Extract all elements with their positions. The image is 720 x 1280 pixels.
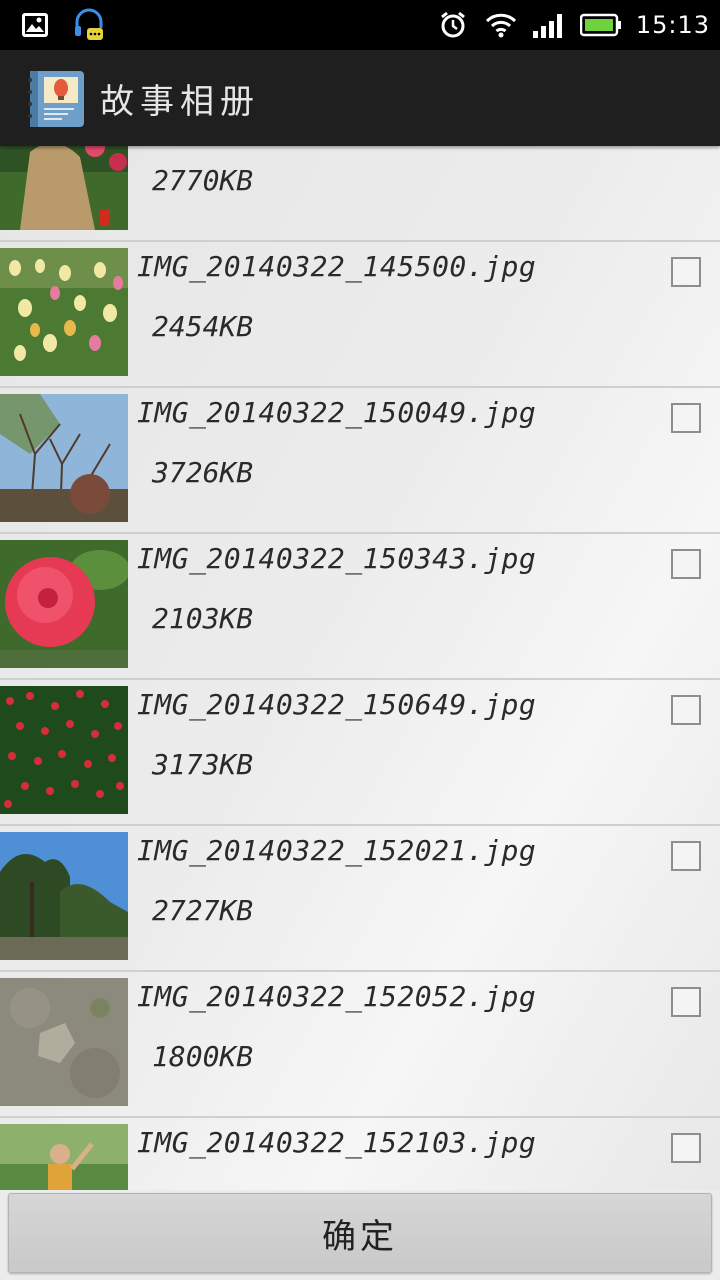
- wifi-icon: [484, 8, 518, 42]
- list-item[interactable]: IMG_20140322_152103.jpg: [0, 1116, 720, 1190]
- bottom-bar: 确定: [0, 1190, 720, 1280]
- action-bar: 故事相册: [0, 50, 720, 146]
- photo-thumbnail: [0, 146, 128, 230]
- select-checkbox[interactable]: [671, 695, 701, 725]
- file-size: 3173KB: [152, 748, 254, 781]
- file-size: 2770KB: [152, 164, 254, 197]
- signal-icon: [532, 8, 566, 42]
- select-checkbox[interactable]: [671, 841, 701, 871]
- select-checkbox[interactable]: [671, 549, 701, 579]
- list-item[interactable]: IMG_20140322_150343.jpg 2103KB: [0, 532, 720, 680]
- file-size: 2454KB: [152, 310, 254, 343]
- headset-chat-icon: [72, 8, 106, 42]
- select-checkbox[interactable]: [671, 987, 701, 1017]
- file-name: IMG_20140322_150343.jpg: [137, 542, 537, 575]
- file-name: IMG_20140322_150049.jpg: [137, 396, 537, 429]
- select-checkbox[interactable]: [671, 403, 701, 433]
- list-item[interactable]: IMG_20140322_150049.jpg 3726KB: [0, 386, 720, 534]
- photo-album-app-icon[interactable]: [26, 70, 86, 128]
- photo-thumbnail: [0, 832, 128, 960]
- file-name: IMG_20140322_152052.jpg: [137, 980, 537, 1013]
- list-item[interactable]: 2770KB: [0, 146, 720, 242]
- file-size: 3726KB: [152, 456, 254, 489]
- clock-time: 15:13: [635, 11, 710, 39]
- file-size: 2727KB: [152, 894, 254, 927]
- alarm-icon: [436, 8, 470, 42]
- select-checkbox[interactable]: [671, 1133, 701, 1163]
- image-notification-icon: [18, 8, 52, 42]
- app-title: 故事相册: [100, 82, 260, 122]
- photo-thumbnail: [0, 394, 128, 522]
- select-checkbox[interactable]: [671, 257, 701, 287]
- photo-thumbnail: [0, 1124, 128, 1190]
- photo-thumbnail: [0, 686, 128, 814]
- file-name: IMG_20140322_150649.jpg: [137, 688, 537, 721]
- list-item[interactable]: IMG_20140322_152052.jpg 1800KB: [0, 970, 720, 1118]
- file-size: 2103KB: [152, 602, 254, 635]
- status-bar: 15:13: [0, 0, 720, 50]
- list-item[interactable]: IMG_20140322_150649.jpg 3173KB: [0, 678, 720, 826]
- photo-thumbnail: [0, 540, 128, 668]
- file-name: IMG_20140322_145500.jpg: [137, 250, 537, 283]
- photo-thumbnail: [0, 248, 128, 376]
- photo-thumbnail: [0, 978, 128, 1106]
- list-item[interactable]: IMG_20140322_145500.jpg 2454KB: [0, 240, 720, 388]
- battery-icon: [579, 8, 622, 42]
- file-name: IMG_20140322_152021.jpg: [137, 834, 537, 867]
- file-name: IMG_20140322_152103.jpg: [137, 1126, 537, 1159]
- confirm-button[interactable]: 确定: [8, 1193, 712, 1273]
- list-item[interactable]: IMG_20140322_152021.jpg 2727KB: [0, 824, 720, 972]
- photo-list[interactable]: 2770KB IMG_20140322_145500.jpg 2454KB IM…: [0, 146, 720, 1190]
- file-size: 1800KB: [152, 1040, 254, 1073]
